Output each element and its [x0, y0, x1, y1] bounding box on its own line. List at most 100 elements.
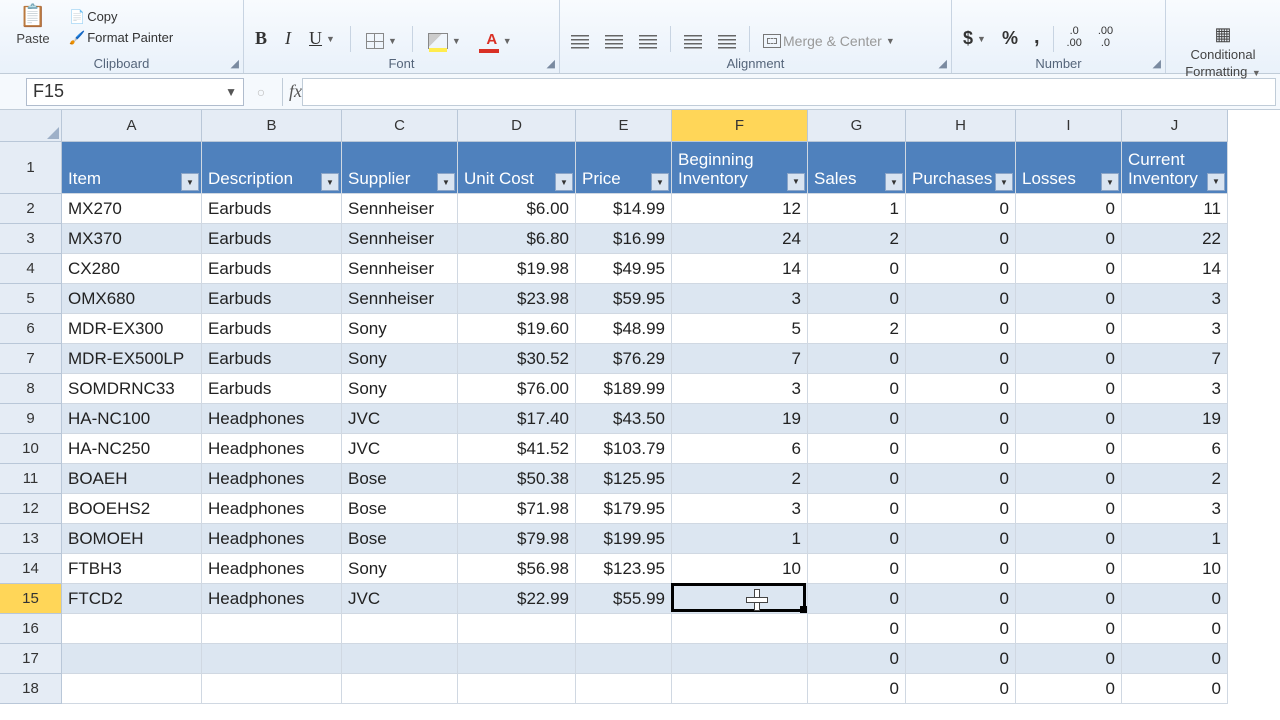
column-header-cell[interactable]: Price▼	[576, 142, 672, 194]
cell[interactable]: BOAEH	[62, 464, 202, 494]
cell[interactable]: 19	[672, 404, 808, 434]
cell[interactable]: $41.52	[458, 434, 576, 464]
cell[interactable]: Bose	[342, 494, 458, 524]
copy-button[interactable]: 📄 Copy	[64, 7, 178, 27]
cell[interactable]: 0	[1016, 554, 1122, 584]
row-header-7[interactable]: 7	[0, 344, 62, 374]
cell[interactable]: $76.29	[576, 344, 672, 374]
align-left-button[interactable]	[566, 32, 594, 52]
cell[interactable]: MDR-EX500LP	[62, 344, 202, 374]
cell[interactable]: 7	[1122, 344, 1228, 374]
column-header-cell[interactable]: Item▼	[62, 142, 202, 194]
column-header-C[interactable]: C	[342, 110, 458, 142]
cell[interactable]: 0	[1016, 614, 1122, 644]
cell[interactable]: $50.38	[458, 464, 576, 494]
cell[interactable]: 0	[808, 524, 906, 554]
cell[interactable]: MX270	[62, 194, 202, 224]
cell[interactable]: Headphones	[202, 524, 342, 554]
cell[interactable]: $199.95	[576, 524, 672, 554]
column-header-cell[interactable]: Purchases▼	[906, 142, 1016, 194]
cell[interactable]: 0	[1122, 614, 1228, 644]
cell[interactable]: $125.95	[576, 464, 672, 494]
cell[interactable]	[672, 674, 808, 704]
filter-button[interactable]: ▼	[787, 173, 805, 191]
filter-button[interactable]: ▼	[1101, 173, 1119, 191]
cell[interactable]: 0	[1016, 464, 1122, 494]
cell[interactable]: 10	[672, 554, 808, 584]
cell[interactable]: 2	[1122, 464, 1228, 494]
cell[interactable]: 0	[1016, 644, 1122, 674]
cell[interactable]: Earbuds	[202, 224, 342, 254]
cell[interactable]	[342, 644, 458, 674]
cell[interactable]: $49.95	[576, 254, 672, 284]
cell[interactable]: 2	[808, 224, 906, 254]
chevron-down-icon[interactable]: ▼	[225, 85, 237, 99]
column-header-cell[interactable]: Supplier▼	[342, 142, 458, 194]
cell[interactable]: 12	[672, 194, 808, 224]
row-header-13[interactable]: 13	[0, 524, 62, 554]
merge-center-button[interactable]: Merge & Center ▼	[758, 30, 900, 52]
cell[interactable]: 0	[906, 404, 1016, 434]
cell[interactable]: Headphones	[202, 584, 342, 614]
paste-button[interactable]: 📋 Paste	[11, 2, 54, 52]
cell[interactable]: $19.98	[458, 254, 576, 284]
cell[interactable]	[62, 674, 202, 704]
cell[interactable]: $71.98	[458, 494, 576, 524]
cell[interactable]: 0	[808, 374, 906, 404]
filter-button[interactable]: ▼	[1207, 173, 1225, 191]
column-header-cell[interactable]: Losses▼	[1016, 142, 1122, 194]
cell[interactable]: 0	[1016, 224, 1122, 254]
cell[interactable]: Bose	[342, 524, 458, 554]
column-header-J[interactable]: J	[1122, 110, 1228, 142]
cell[interactable]: 3	[1122, 314, 1228, 344]
column-header-cell[interactable]: Unit Cost▼	[458, 142, 576, 194]
fx-icon[interactable]: fx	[289, 81, 302, 102]
row-header-3[interactable]: 3	[0, 224, 62, 254]
cell[interactable]: $189.99	[576, 374, 672, 404]
cell[interactable]: FTBH3	[62, 554, 202, 584]
cell[interactable]: $19.60	[458, 314, 576, 344]
cell[interactable]: JVC	[342, 584, 458, 614]
conditional-formatting-button[interactable]: ▦ Conditional Formatting ▼	[1180, 23, 1266, 83]
cell[interactable]	[672, 614, 808, 644]
cell[interactable]: Sennheiser	[342, 284, 458, 314]
fill-color-button[interactable]: ▼	[423, 30, 466, 52]
decrease-indent-button[interactable]	[679, 32, 707, 52]
cell[interactable]	[458, 614, 576, 644]
comma-button[interactable]: ,	[1029, 23, 1045, 52]
cell[interactable]	[62, 614, 202, 644]
cell[interactable]: 0	[1016, 434, 1122, 464]
row-header-11[interactable]: 11	[0, 464, 62, 494]
cell[interactable]: Earbuds	[202, 344, 342, 374]
italic-button[interactable]: I	[280, 25, 296, 52]
borders-button[interactable]: ▼	[361, 30, 402, 52]
cell[interactable]: 0	[906, 344, 1016, 374]
cell[interactable]: OMX680	[62, 284, 202, 314]
row-header-15[interactable]: 15	[0, 584, 62, 614]
filter-button[interactable]: ▼	[651, 173, 669, 191]
row-header-6[interactable]: 6	[0, 314, 62, 344]
font-dialog-launcher-icon[interactable]: ◢	[547, 57, 555, 70]
cell[interactable]: 0	[1016, 674, 1122, 704]
cell[interactable]: 0	[906, 224, 1016, 254]
cell[interactable]: 0	[808, 464, 906, 494]
cell[interactable]: Sennheiser	[342, 194, 458, 224]
cell[interactable]: 0	[808, 584, 906, 614]
cell[interactable]: Earbuds	[202, 284, 342, 314]
cell[interactable]: 0	[1122, 674, 1228, 704]
row-header-5[interactable]: 5	[0, 284, 62, 314]
cell[interactable]: Earbuds	[202, 254, 342, 284]
column-header-cell[interactable]: BeginningInventory▼	[672, 142, 808, 194]
cell[interactable]: SOMDRNC33	[62, 374, 202, 404]
cell[interactable]: $43.50	[576, 404, 672, 434]
filter-button[interactable]: ▼	[181, 173, 199, 191]
cell[interactable]	[342, 674, 458, 704]
cell[interactable]: $23.98	[458, 284, 576, 314]
cell[interactable]: $179.95	[576, 494, 672, 524]
cell[interactable]: $59.95	[576, 284, 672, 314]
cell[interactable]: BOMOEH	[62, 524, 202, 554]
column-header-cell[interactable]: CurrentInventory▼	[1122, 142, 1228, 194]
cell[interactable]: 3	[672, 494, 808, 524]
cell[interactable]: 6	[672, 434, 808, 464]
currency-button[interactable]: $▼	[958, 25, 991, 52]
